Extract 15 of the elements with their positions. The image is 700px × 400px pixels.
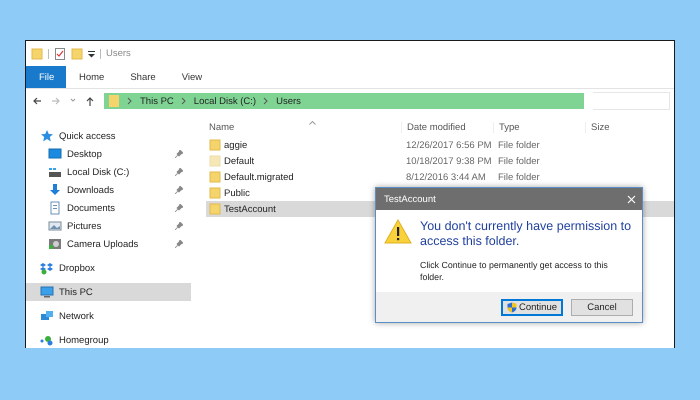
- dialog-message: Click Continue to permanently get access to this folder.: [420, 259, 609, 283]
- date-modified: 8/12/2016 3:44 AM: [406, 172, 486, 182]
- file-name: aggie: [224, 140, 248, 150]
- file-name: TestAccount: [224, 204, 276, 214]
- file-name: Default.migrated: [224, 172, 294, 182]
- date-modified: 10/18/2017 9:38 PM: [406, 156, 492, 166]
- file-type: File folder: [498, 140, 540, 150]
- file-type: File folder: [498, 172, 540, 182]
- file-type: File folder: [498, 156, 540, 166]
- date-modified: 12/26/2017 6:56 PM: [406, 140, 492, 150]
- dialog-heading: You don't currently have permission to access this folder.: [420, 219, 632, 249]
- file-name: Public: [224, 188, 250, 198]
- window-title: Users: [106, 48, 131, 59]
- dialog-title: TestAccount: [384, 194, 436, 204]
- file-name: Default: [224, 156, 254, 166]
